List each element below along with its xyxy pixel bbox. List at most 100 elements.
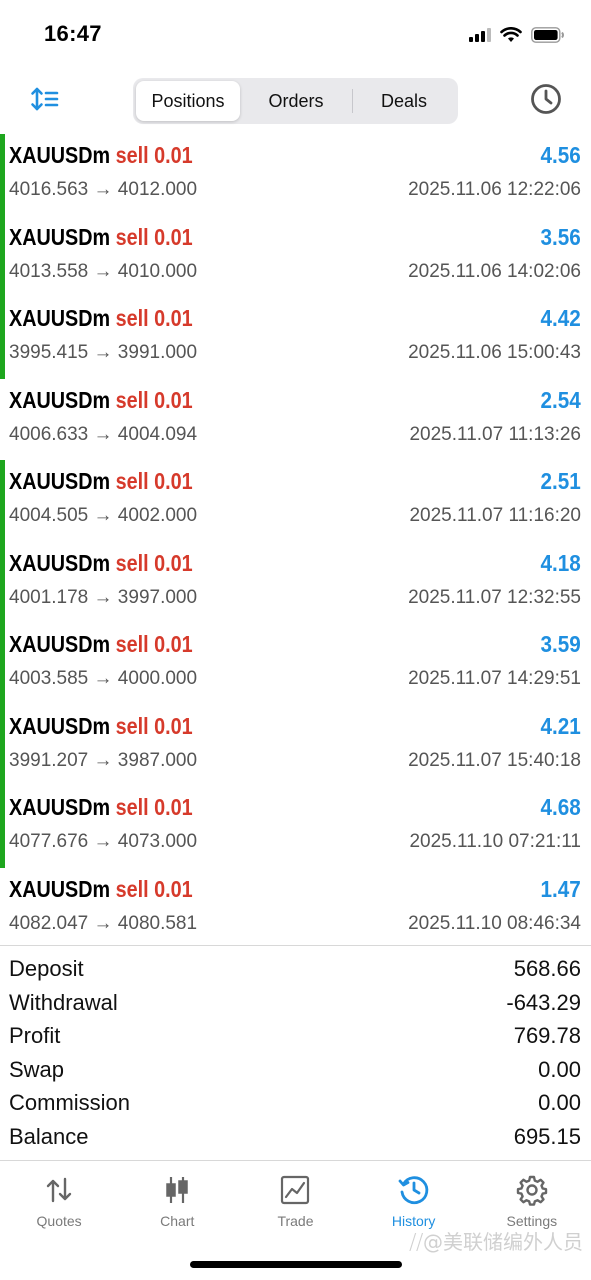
deal-row[interactable]: XAUUSDm sell 0.01 4.42 3995.415 → 3991.000… — [0, 297, 591, 379]
deal-side: sell — [115, 712, 149, 739]
summary-row-deposit: Deposit 568.66 — [0, 953, 591, 987]
summary-row-commission: Commission 0.00 — [0, 1087, 591, 1121]
deal-marker — [0, 623, 5, 705]
period-button[interactable] — [529, 82, 563, 116]
deal-profit: 3.59 — [540, 631, 581, 657]
summary-value: 568.66 — [513, 956, 581, 981]
deal-row[interactable]: XAUUSDm sell 0.01 2.51 4004.505 → 4002.000… — [0, 460, 591, 542]
divider — [0, 945, 591, 946]
summary-value: 0.00 — [538, 1090, 581, 1116]
deal-profit: 4.68 — [540, 794, 581, 820]
sort-button[interactable] — [30, 86, 60, 114]
deal-marker — [0, 297, 5, 379]
deal-prices: 4004.505 → 4002.000 — [9, 505, 198, 526]
summary-label: Commission — [9, 1090, 131, 1116]
deal-row[interactable]: XAUUSDm sell 0.01 4.21 3991.207 → 3987.000… — [0, 704, 591, 786]
summary-label: Swap — [9, 1056, 65, 1082]
summary-row-balance: Balance 695.15 — [0, 1121, 591, 1155]
deal-row[interactable]: XAUUSDm sell 0.01 4.56 4016.563 → 4012.000… — [0, 134, 591, 216]
deal-volume: 0.01 — [154, 305, 193, 331]
summary-label: Balance — [9, 1123, 89, 1149]
tab-deals[interactable]: Deals — [353, 81, 455, 121]
deal-prices: 4003.585 → 4000.000 — [9, 668, 198, 689]
toolbar: Positions Orders Deals — [0, 76, 591, 124]
deal-row[interactable]: XAUUSDm sell 0.01 4.18 4001.178 → 3997.000… — [0, 541, 591, 623]
tab-chart[interactable]: Chart — [118, 1161, 236, 1251]
deal-symbol: XAUUSDm — [9, 386, 111, 413]
sort-icon — [31, 87, 59, 111]
deal-symbol-line: XAUUSDm sell 0.01 — [9, 224, 193, 251]
clock-icon — [531, 84, 561, 114]
deal-symbol-line: XAUUSDm sell 0.01 — [9, 387, 193, 414]
deal-prices: 4001.178 → 3997.000 — [9, 586, 198, 608]
deal-symbol-line: XAUUSDm sell 0.01 — [9, 794, 193, 821]
deal-marker — [0, 134, 5, 216]
summary-value: -643.29 — [506, 989, 581, 1015]
deal-row[interactable]: XAUUSDm sell 0.01 1.47 4082.047 → 4080.581… — [0, 868, 591, 950]
deal-row[interactable]: XAUUSDm sell 0.01 4.68 4077.676 → 4073.000… — [0, 786, 591, 868]
deal-marker — [0, 215, 5, 297]
home-indicator[interactable] — [190, 1261, 402, 1268]
deal-prices: 3995.415 → 3991.000 — [9, 342, 198, 363]
deal-symbol: XAUUSDm — [9, 223, 111, 250]
summary-value: 0.00 — [538, 1056, 581, 1082]
tab-chart-label: Chart — [160, 1213, 195, 1229]
status-time: 16:47 — [44, 21, 102, 46]
tab-quotes[interactable]: Quotes — [0, 1161, 118, 1251]
summary-row-withdrawal: Withdrawal -643.29 — [0, 987, 591, 1021]
deal-side: sell — [115, 875, 149, 902]
deal-prices: 4077.676 → 4073.000 — [9, 831, 198, 852]
deal-row[interactable]: XAUUSDm sell 0.01 2.54 4006.633 → 4004.094… — [0, 379, 591, 461]
summary-row-profit: Profit 769.78 — [0, 1020, 591, 1054]
deal-volume: 0.01 — [154, 631, 193, 657]
deal-symbol-line: XAUUSDm sell 0.01 — [9, 468, 193, 495]
tab-orders[interactable]: Orders — [240, 81, 352, 121]
summary-label: Deposit — [9, 956, 84, 981]
deal-symbol-line: XAUUSDm sell 0.01 — [9, 142, 193, 169]
deal-symbol: XAUUSDm — [9, 631, 111, 657]
status-icons — [469, 26, 565, 44]
deal-row[interactable]: XAUUSDm sell 0.01 3.59 4003.585 → 4000.000… — [0, 623, 591, 705]
tab-orders-label: Orders — [268, 90, 324, 111]
deal-volume: 0.01 — [154, 223, 193, 250]
segmented-control: Positions Orders Deals — [133, 78, 458, 124]
deal-symbol: XAUUSDm — [9, 468, 111, 494]
deal-profit: 4.56 — [540, 142, 581, 168]
deal-time: 2025.11.07 11:16:20 — [409, 505, 581, 526]
deal-side: sell — [115, 305, 149, 331]
deal-side: sell — [115, 468, 149, 494]
tab-trade[interactable]: Trade — [236, 1161, 354, 1251]
deal-side: sell — [115, 631, 149, 657]
chart-icon — [166, 1177, 189, 1203]
deal-symbol: XAUUSDm — [9, 549, 111, 576]
deal-profit: 2.51 — [540, 468, 581, 494]
deal-marker — [0, 460, 5, 542]
quotes-icon — [46, 1177, 72, 1203]
tab-trade-label: Trade — [277, 1213, 314, 1229]
deal-volume: 0.01 — [154, 386, 193, 413]
deal-prices: 4013.558 → 4010.000 — [9, 260, 198, 282]
deal-time: 2025.11.10 07:21:11 — [409, 831, 581, 852]
deal-volume: 0.01 — [154, 142, 193, 168]
tab-deals-label: Deals — [380, 90, 428, 111]
trade-icon — [281, 1175, 310, 1205]
deal-symbol: XAUUSDm — [9, 142, 111, 168]
deal-volume: 0.01 — [154, 875, 193, 902]
deal-symbol: XAUUSDm — [9, 305, 111, 331]
deal-marker — [0, 541, 5, 623]
tab-positions[interactable]: Positions — [136, 81, 240, 121]
deal-symbol-line: XAUUSDm sell 0.01 — [9, 876, 193, 903]
watermark-text: ⧸⧸@美联储编外人员 — [409, 1230, 583, 1254]
deal-row[interactable]: XAUUSDm sell 0.01 3.56 4013.558 → 4010.000… — [0, 215, 591, 297]
deal-prices: 4082.047 → 4080.581 — [9, 912, 198, 934]
tab-quotes-label: Quotes — [36, 1213, 82, 1229]
deal-prices: 4016.563 → 4012.000 — [9, 179, 198, 200]
wifi-icon — [500, 27, 522, 42]
deal-side: sell — [115, 386, 149, 413]
deal-time: 2025.11.07 14:29:51 — [408, 668, 581, 689]
deal-symbol: XAUUSDm — [9, 875, 111, 902]
deal-time: 2025.11.07 11:13:26 — [409, 423, 581, 445]
deal-symbol-line: XAUUSDm sell 0.01 — [9, 550, 193, 577]
deal-volume: 0.01 — [154, 712, 193, 739]
summary-value: 695.15 — [513, 1123, 581, 1149]
